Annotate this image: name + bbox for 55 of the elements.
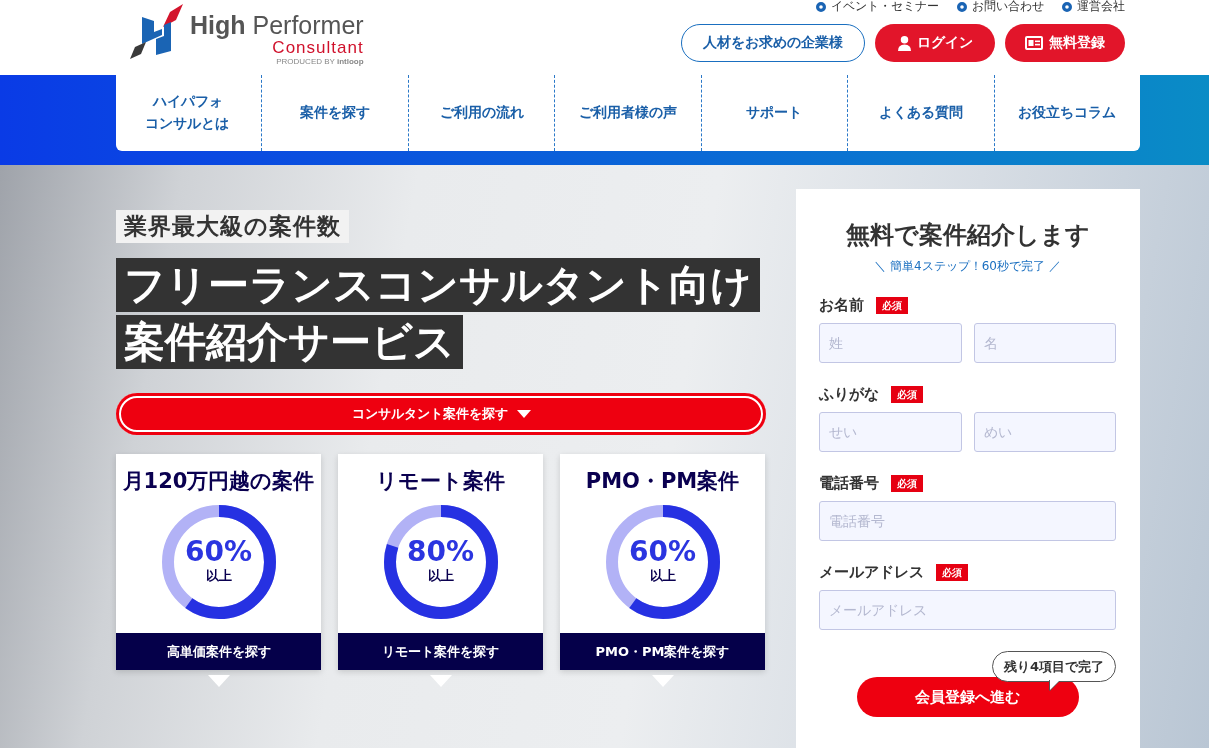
hero-tagline: 業界最大級の案件数 xyxy=(116,210,349,243)
form-title: 無料で案件紹介します xyxy=(844,220,1091,251)
percent-suffix: 以上 xyxy=(205,568,232,584)
logo-credit: PRODUCED BY intloop xyxy=(276,56,364,68)
percent-suffix: 以上 xyxy=(649,568,676,584)
nav-link[interactable]: 案件を探す xyxy=(300,102,371,124)
card-link-button[interactable]: PMO・PM案件を探す xyxy=(560,633,765,670)
field-label: お名前 xyxy=(819,295,864,315)
search-cases-button[interactable]: コンサルタント案件を探す xyxy=(116,393,766,435)
field-label: ふりがな xyxy=(819,384,879,404)
utility-link[interactable]: 運営会社 xyxy=(1062,0,1125,13)
input-field[interactable]: メールアドレス xyxy=(819,590,1116,630)
nav-link[interactable]: ハイパフォコンサルとは xyxy=(145,91,233,135)
percent-value: 60% xyxy=(629,536,696,568)
utility-link[interactable]: お問い合わせ xyxy=(957,0,1044,13)
card-title: PMO・PM案件 xyxy=(584,468,741,494)
input-field[interactable]: めい xyxy=(973,412,1116,452)
card-title: リモート案件 xyxy=(375,468,506,494)
logo-icon xyxy=(130,2,184,59)
header-button[interactable]: 無料登録 xyxy=(1005,24,1125,62)
nav-link[interactable]: お役立ちコラム xyxy=(1018,102,1117,124)
submit-button[interactable]: 会員登録へ進む xyxy=(856,677,1079,717)
percent-value: 80% xyxy=(407,536,474,568)
input-field[interactable]: 電話番号 xyxy=(819,501,1116,541)
logo-tagline: Consultant xyxy=(272,39,364,56)
required-badge: 必須 xyxy=(936,563,968,581)
person-icon xyxy=(897,35,911,51)
input-field[interactable]: せい xyxy=(819,412,962,452)
nav-link[interactable]: よくある質問 xyxy=(878,102,963,124)
input-field[interactable]: 姓 xyxy=(819,323,962,363)
down-triangle-icon xyxy=(429,675,452,687)
hero-headline: フリーランスコンサルタント向け xyxy=(116,258,760,312)
card-link-button[interactable]: 高単価案件を探す xyxy=(116,633,321,670)
required-badge: 必須 xyxy=(891,474,923,492)
hero-headline: 案件紹介サービス xyxy=(116,315,463,369)
header-button[interactable]: ログイン xyxy=(875,24,995,62)
header-button[interactable]: 人材をお求めの企業様 xyxy=(681,24,865,62)
nav-link[interactable]: ご利用の流れ xyxy=(439,102,524,124)
down-triangle-icon xyxy=(651,675,674,687)
required-badge: 必須 xyxy=(891,385,923,403)
nav-link[interactable]: ご利用者様の声 xyxy=(578,102,677,124)
form-subtitle: ＼ 簡単4ステップ！60秒で完了 ／ xyxy=(873,258,1062,274)
required-badge: 必須 xyxy=(876,296,908,314)
down-triangle-icon xyxy=(207,675,230,687)
field-label: メールアドレス xyxy=(819,562,924,582)
card-link-button[interactable]: リモート案件を探す xyxy=(338,633,543,670)
input-field[interactable]: 名 xyxy=(973,323,1116,363)
logo-wordmark: High Performer xyxy=(190,12,364,39)
nav-link[interactable]: サポート xyxy=(746,102,803,124)
id-card-icon xyxy=(1025,36,1043,50)
percent-suffix: 以上 xyxy=(427,568,454,584)
percent-value: 60% xyxy=(185,536,252,568)
field-label: 電話番号 xyxy=(819,473,879,493)
utility-link[interactable]: イベント・セミナー xyxy=(816,0,939,13)
caret-icon xyxy=(516,410,531,418)
